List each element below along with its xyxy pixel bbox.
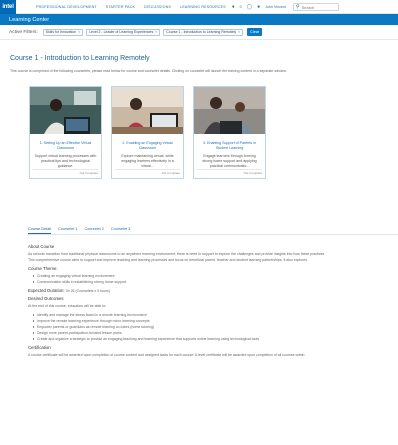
courselet-description: Support virtual learning processes with … <box>34 154 97 168</box>
nav-right: ♦ 0 ◯ ● John Vincent ⚲ Search <box>232 0 339 14</box>
tab-course-detail[interactable]: Course Detail <box>28 227 52 234</box>
filter-chip-label: Skills for Innovation <box>45 30 77 34</box>
filter-chip-course[interactable]: Course 1 - Introduction to Learning Remo… <box>163 28 244 36</box>
list-item: Create and organize a strategic to provi… <box>33 336 398 342</box>
duration-value: 3h 25 (Courselets x 3 hours) <box>65 289 110 293</box>
courselet-title: 2. Enabling an Engaging Virtual Classroo… <box>122 141 173 150</box>
filter-chip-label: Course 1 - Introduction to Learning Remo… <box>166 30 237 34</box>
top-nav: intel PROFESSIONAL DEVELOPMENT STARTER P… <box>0 0 398 14</box>
duration-line: Expected Duration: 3h 25 (Courselets x 3… <box>28 288 398 293</box>
nav-link-learning-resources[interactable]: LEARNING RESOURCES <box>180 5 226 9</box>
courselet-image <box>30 87 101 134</box>
filter-chip-level[interactable]: Level 2 - Leader of Learning Experiences… <box>86 28 161 36</box>
filter-chip-label: Level 2 - Leader of Learning Experiences <box>89 30 154 34</box>
tab-courselet-2[interactable]: Courselet 2 <box>84 227 103 234</box>
courselet-card-3[interactable]: 3. Enabling Support of Parents in Studen… <box>193 86 266 179</box>
active-filters: Active Filters: Skills for Innovation × L… <box>0 25 398 40</box>
card-divider <box>115 169 180 170</box>
learning-center-title: Learning Center <box>9 16 50 23</box>
intel-logo[interactable]: intel <box>0 0 16 14</box>
nav-link-starter-pack[interactable]: STARTER PACK <box>106 5 135 9</box>
themes-list: Creating an engaging virtual learning en… <box>28 273 398 285</box>
outcomes-list: Identify and manage the stress faced in … <box>28 312 398 342</box>
search-placeholder: Search <box>301 4 315 10</box>
user-icon[interactable]: ● <box>257 4 260 10</box>
about-heading: About Course <box>28 244 55 249</box>
duration-label: Expected Duration: <box>28 288 65 293</box>
course-detail: About Course As schools transition from … <box>28 241 398 358</box>
clear-filters-button[interactable]: Clear <box>247 28 263 36</box>
certification-heading: Certification <box>28 345 51 350</box>
card-divider <box>197 169 262 170</box>
bell-icon[interactable]: ♦ <box>232 4 235 10</box>
courselet-status: Not Complete <box>79 171 98 175</box>
filters-label: Active Filters: <box>9 29 38 35</box>
tab-courselet-3[interactable]: Courselet 3 <box>111 227 130 234</box>
nav-link-discussions[interactable]: DISCUSSIONS <box>144 5 171 9</box>
nav-links: PROFESSIONAL DEVELOPMENT STARTER PACK DI… <box>36 5 226 9</box>
courselet-card-2[interactable]: 2. Enabling an Engaging Virtual Classroo… <box>111 86 184 179</box>
notification-count: 0 <box>239 5 242 9</box>
certification-text: A course certificate will be awarded upo… <box>28 353 305 357</box>
search-icon[interactable]: ⚲ <box>296 4 300 10</box>
courselet-status: Not Complete <box>161 171 180 175</box>
courselet-title: 3. Enabling Support of Parents in Studen… <box>203 141 256 150</box>
outcomes-heading: Desired Outcomes <box>28 296 64 301</box>
close-icon[interactable]: × <box>78 30 80 34</box>
themes-heading: Course Theme: <box>28 266 58 271</box>
user-name[interactable]: John Vincent <box>265 5 286 9</box>
course-tabs: Course Detail Courselet 1 Courselet 2 Co… <box>28 227 130 234</box>
courselet-description: Engage learners through forming strong h… <box>202 154 257 168</box>
close-icon[interactable]: × <box>238 30 240 34</box>
courselet-image <box>194 87 265 134</box>
nav-link-professional-development[interactable]: PROFESSIONAL DEVELOPMENT <box>36 5 97 9</box>
tab-divider <box>28 234 398 235</box>
card-divider <box>33 169 98 170</box>
courselet-cards: 1. Setting Up an Effective Virtual Class… <box>29 86 266 179</box>
tab-courselet-1[interactable]: Courselet 1 <box>58 227 77 234</box>
search-input[interactable]: ⚲ Search <box>292 3 339 11</box>
learning-center-bar: Learning Center <box>0 14 398 25</box>
courselet-status: Not Complete <box>243 171 262 175</box>
courselet-title: 1. Setting Up an Effective Virtual Class… <box>39 141 92 150</box>
course-title: Course 1 - Introduction to Learning Remo… <box>10 55 150 62</box>
page: intel PROFESSIONAL DEVELOPMENT STARTER P… <box>0 0 398 445</box>
filter-chip-skills[interactable]: Skills for Innovation × <box>42 28 84 36</box>
about-paragraph-2: This comprehensive course aims to suppor… <box>28 258 307 262</box>
close-icon[interactable]: × <box>155 30 157 34</box>
list-item: Communication skills in establishing str… <box>33 279 398 285</box>
help-icon[interactable]: ◯ <box>247 4 253 10</box>
courselet-description: Explore maintaining virtual, while engag… <box>121 154 174 168</box>
courselet-card-1[interactable]: 1. Setting Up an Effective Virtual Class… <box>29 86 102 179</box>
courselet-image <box>112 87 183 134</box>
course-description: This course is comprised of the followin… <box>10 69 287 73</box>
